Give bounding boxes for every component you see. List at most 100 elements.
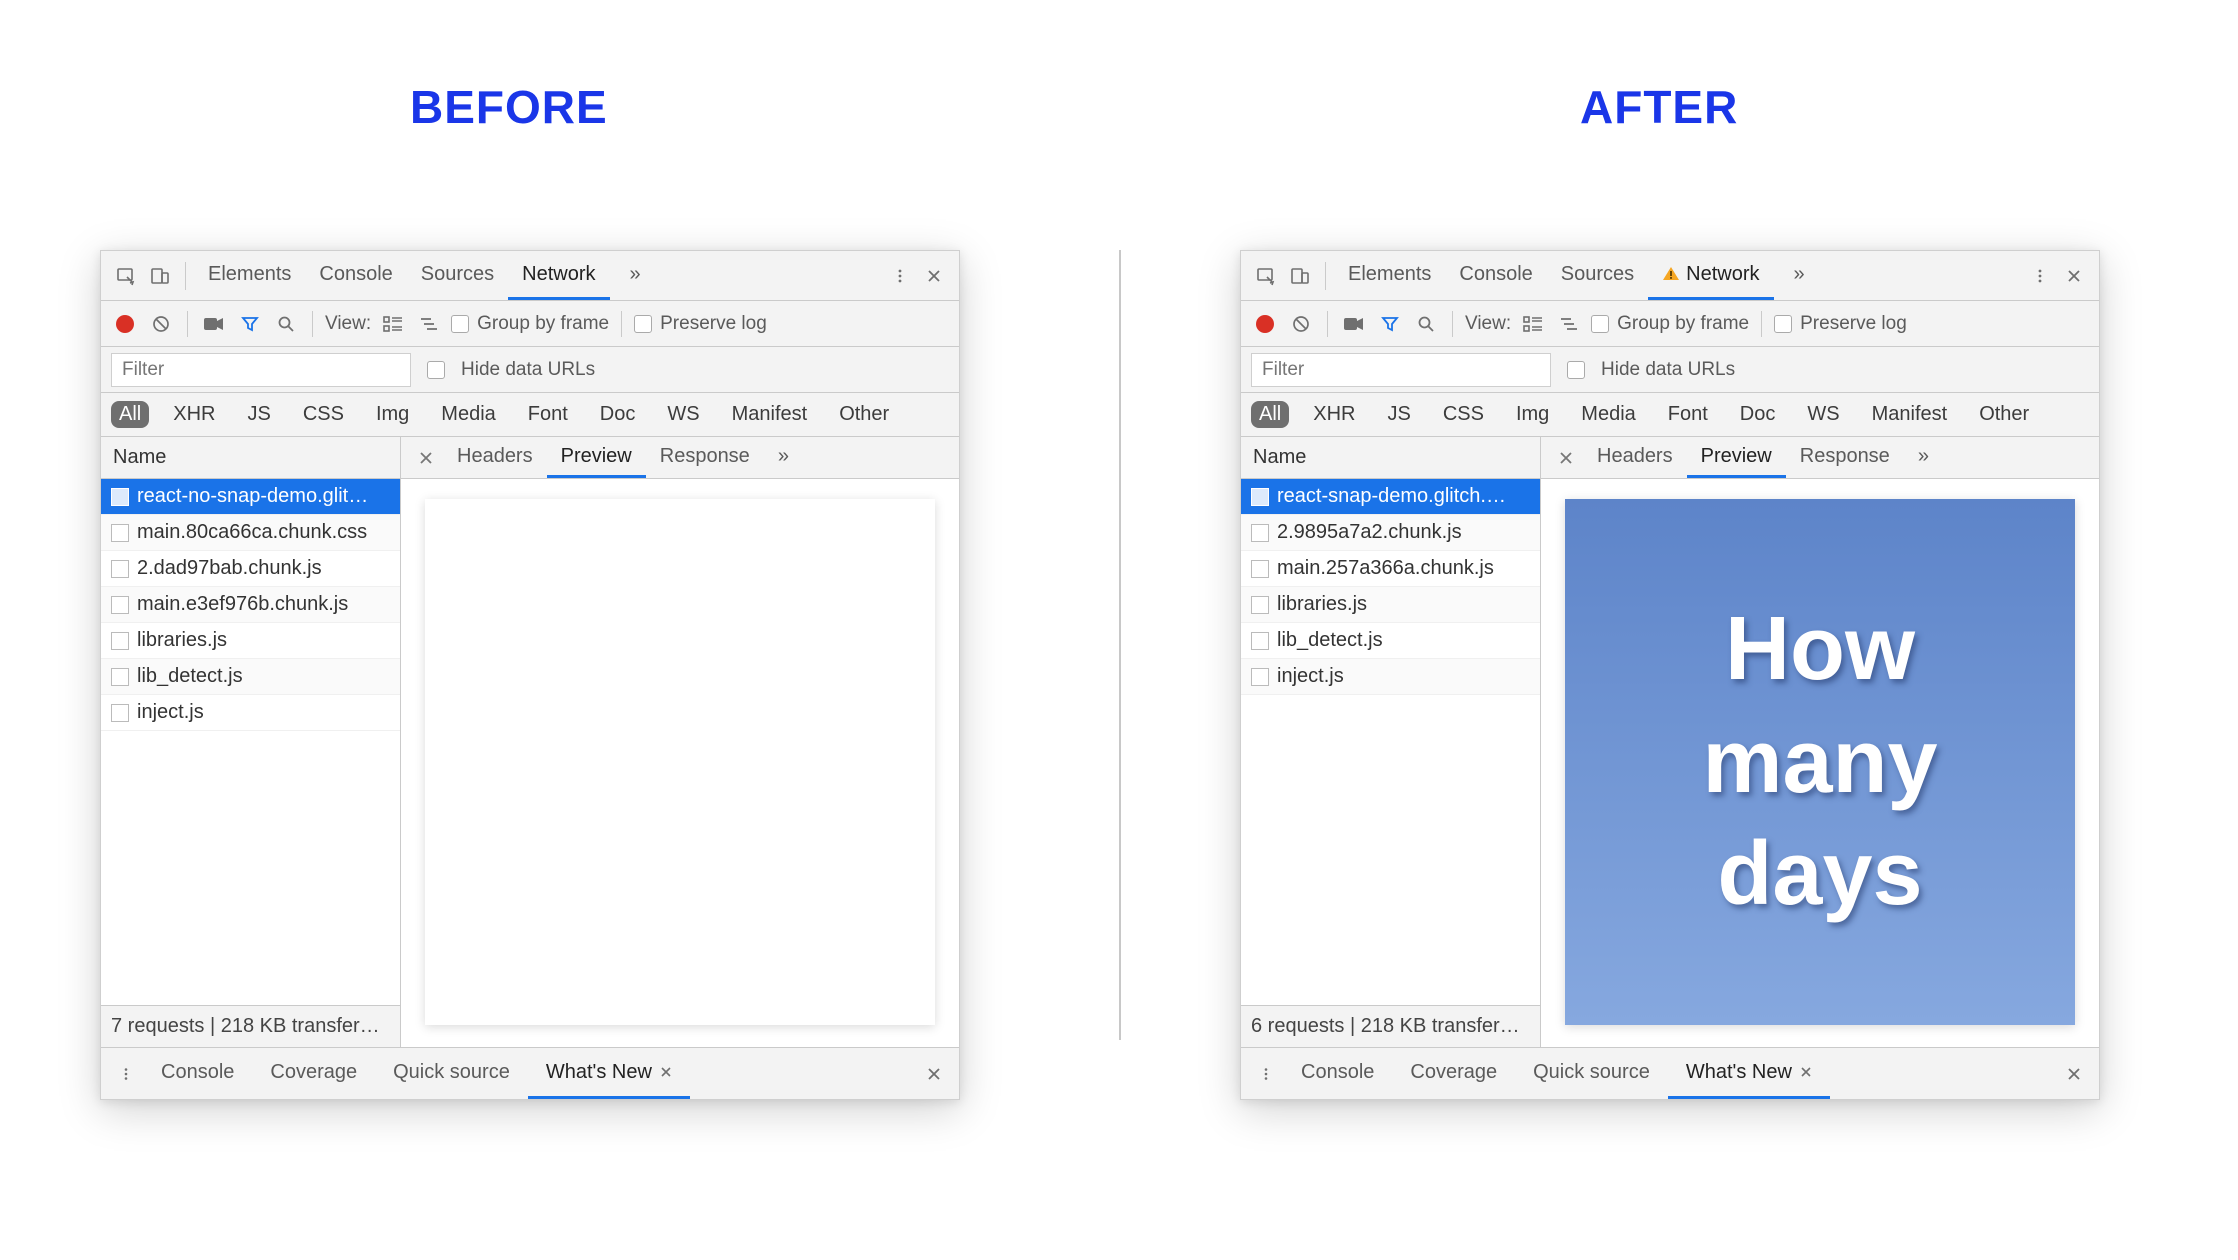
detail-tab-headers[interactable]: Headers bbox=[443, 437, 547, 478]
camera-icon[interactable] bbox=[1340, 310, 1368, 338]
drawer-tab-coverage[interactable]: Coverage bbox=[1392, 1048, 1515, 1099]
request-row[interactable]: lib_detect.js bbox=[101, 659, 400, 695]
type-filter-manifest[interactable]: Manifest bbox=[1864, 401, 1956, 428]
detail-tabs-overflow-icon[interactable]: » bbox=[1904, 437, 1943, 478]
request-row[interactable]: main.257a366a.chunk.js bbox=[1241, 551, 1540, 587]
large-rows-icon[interactable] bbox=[1519, 310, 1547, 338]
detail-tab-headers[interactable]: Headers bbox=[1583, 437, 1687, 478]
type-filter-doc[interactable]: Doc bbox=[1732, 401, 1784, 428]
drawer-tab-whats-new[interactable]: What's New bbox=[528, 1048, 690, 1099]
device-toggle-icon[interactable] bbox=[143, 259, 177, 293]
request-list[interactable]: react-no-snap-demo.glit… main.80ca66ca.c… bbox=[101, 479, 400, 1005]
detail-tabs-overflow-icon[interactable]: » bbox=[764, 437, 803, 478]
type-filter-js[interactable]: JS bbox=[1379, 401, 1418, 428]
close-tab-icon[interactable] bbox=[660, 1066, 672, 1078]
drawer-tab-quick-source[interactable]: Quick source bbox=[1515, 1048, 1668, 1099]
preserve-log-checkbox[interactable] bbox=[1774, 315, 1792, 333]
kebab-menu-icon[interactable] bbox=[2023, 259, 2057, 293]
type-filter-xhr[interactable]: XHR bbox=[1305, 401, 1363, 428]
clear-icon[interactable] bbox=[1287, 310, 1315, 338]
search-icon[interactable] bbox=[272, 310, 300, 338]
detail-tab-preview[interactable]: Preview bbox=[547, 437, 646, 478]
close-devtools-icon[interactable] bbox=[917, 259, 951, 293]
request-row[interactable]: libraries.js bbox=[101, 623, 400, 659]
type-filter-js[interactable]: JS bbox=[239, 401, 278, 428]
tab-sources[interactable]: Sources bbox=[1547, 251, 1648, 300]
type-filter-media[interactable]: Media bbox=[433, 401, 503, 428]
tab-console[interactable]: Console bbox=[305, 251, 406, 300]
tab-sources[interactable]: Sources bbox=[407, 251, 508, 300]
type-filter-other[interactable]: Other bbox=[1971, 401, 2037, 428]
record-icon[interactable] bbox=[1251, 310, 1279, 338]
detail-tab-preview[interactable]: Preview bbox=[1687, 437, 1786, 478]
clear-icon[interactable] bbox=[147, 310, 175, 338]
type-filter-manifest[interactable]: Manifest bbox=[724, 401, 816, 428]
preserve-log-checkbox[interactable] bbox=[634, 315, 652, 333]
filter-input[interactable] bbox=[1251, 353, 1551, 387]
tabs-overflow-icon[interactable]: » bbox=[1780, 251, 1819, 300]
type-filter-css[interactable]: CSS bbox=[1435, 401, 1492, 428]
type-filter-ws[interactable]: WS bbox=[659, 401, 707, 428]
device-toggle-icon[interactable] bbox=[1283, 259, 1317, 293]
request-row[interactable]: lib_detect.js bbox=[1241, 623, 1540, 659]
group-by-frame-checkbox[interactable] bbox=[1591, 315, 1609, 333]
hide-data-urls-checkbox[interactable] bbox=[1567, 361, 1585, 379]
drawer-menu-icon[interactable] bbox=[1249, 1048, 1283, 1099]
filter-icon[interactable] bbox=[1376, 310, 1404, 338]
request-row[interactable]: react-no-snap-demo.glit… bbox=[101, 479, 400, 515]
drawer-tab-quick-source[interactable]: Quick source bbox=[375, 1048, 528, 1099]
filter-icon[interactable] bbox=[236, 310, 264, 338]
kebab-menu-icon[interactable] bbox=[883, 259, 917, 293]
request-row[interactable]: 2.dad97bab.chunk.js bbox=[101, 551, 400, 587]
tab-elements[interactable]: Elements bbox=[194, 251, 305, 300]
close-tab-icon[interactable] bbox=[1800, 1066, 1812, 1078]
request-row[interactable]: 2.9895a7a2.chunk.js bbox=[1241, 515, 1540, 551]
close-detail-icon[interactable] bbox=[409, 437, 443, 478]
type-filter-xhr[interactable]: XHR bbox=[165, 401, 223, 428]
type-filter-media[interactable]: Media bbox=[1573, 401, 1643, 428]
detail-tab-response[interactable]: Response bbox=[1786, 437, 1904, 478]
tabs-overflow-icon[interactable]: » bbox=[616, 251, 655, 300]
type-filter-font[interactable]: Font bbox=[520, 401, 576, 428]
hide-data-urls-checkbox[interactable] bbox=[427, 361, 445, 379]
request-row[interactable]: react-snap-demo.glitch.… bbox=[1241, 479, 1540, 515]
drawer-tab-coverage[interactable]: Coverage bbox=[252, 1048, 375, 1099]
close-drawer-icon[interactable] bbox=[2057, 1048, 2091, 1099]
request-row[interactable]: main.80ca66ca.chunk.css bbox=[101, 515, 400, 551]
close-drawer-icon[interactable] bbox=[917, 1048, 951, 1099]
large-rows-icon[interactable] bbox=[379, 310, 407, 338]
search-icon[interactable] bbox=[1412, 310, 1440, 338]
type-filter-font[interactable]: Font bbox=[1660, 401, 1716, 428]
request-row[interactable]: inject.js bbox=[101, 695, 400, 731]
column-header-name[interactable]: Name bbox=[1241, 437, 1540, 479]
camera-icon[interactable] bbox=[200, 310, 228, 338]
request-list[interactable]: react-snap-demo.glitch.… 2.9895a7a2.chun… bbox=[1241, 479, 1540, 1005]
inspect-icon[interactable] bbox=[1249, 259, 1283, 293]
type-filter-other[interactable]: Other bbox=[831, 401, 897, 428]
record-icon[interactable] bbox=[111, 310, 139, 338]
drawer-menu-icon[interactable] bbox=[109, 1048, 143, 1099]
drawer-tab-whats-new[interactable]: What's New bbox=[1668, 1048, 1830, 1099]
type-filter-img[interactable]: Img bbox=[1508, 401, 1557, 428]
tab-console[interactable]: Console bbox=[1445, 251, 1546, 300]
tab-network[interactable]: Network bbox=[508, 251, 609, 300]
waterfall-icon[interactable] bbox=[415, 310, 443, 338]
type-filter-ws[interactable]: WS bbox=[1799, 401, 1847, 428]
drawer-tab-console[interactable]: Console bbox=[143, 1048, 252, 1099]
type-filter-doc[interactable]: Doc bbox=[592, 401, 644, 428]
close-devtools-icon[interactable] bbox=[2057, 259, 2091, 293]
waterfall-icon[interactable] bbox=[1555, 310, 1583, 338]
group-by-frame-checkbox[interactable] bbox=[451, 315, 469, 333]
request-row[interactable]: inject.js bbox=[1241, 659, 1540, 695]
detail-tab-response[interactable]: Response bbox=[646, 437, 764, 478]
type-filter-all[interactable]: All bbox=[111, 401, 149, 428]
inspect-icon[interactable] bbox=[109, 259, 143, 293]
column-header-name[interactable]: Name bbox=[101, 437, 400, 479]
type-filter-img[interactable]: Img bbox=[368, 401, 417, 428]
type-filter-css[interactable]: CSS bbox=[295, 401, 352, 428]
filter-input[interactable] bbox=[111, 353, 411, 387]
drawer-tab-console[interactable]: Console bbox=[1283, 1048, 1392, 1099]
tab-network[interactable]: Network bbox=[1648, 251, 1773, 300]
request-row[interactable]: libraries.js bbox=[1241, 587, 1540, 623]
type-filter-all[interactable]: All bbox=[1251, 401, 1289, 428]
